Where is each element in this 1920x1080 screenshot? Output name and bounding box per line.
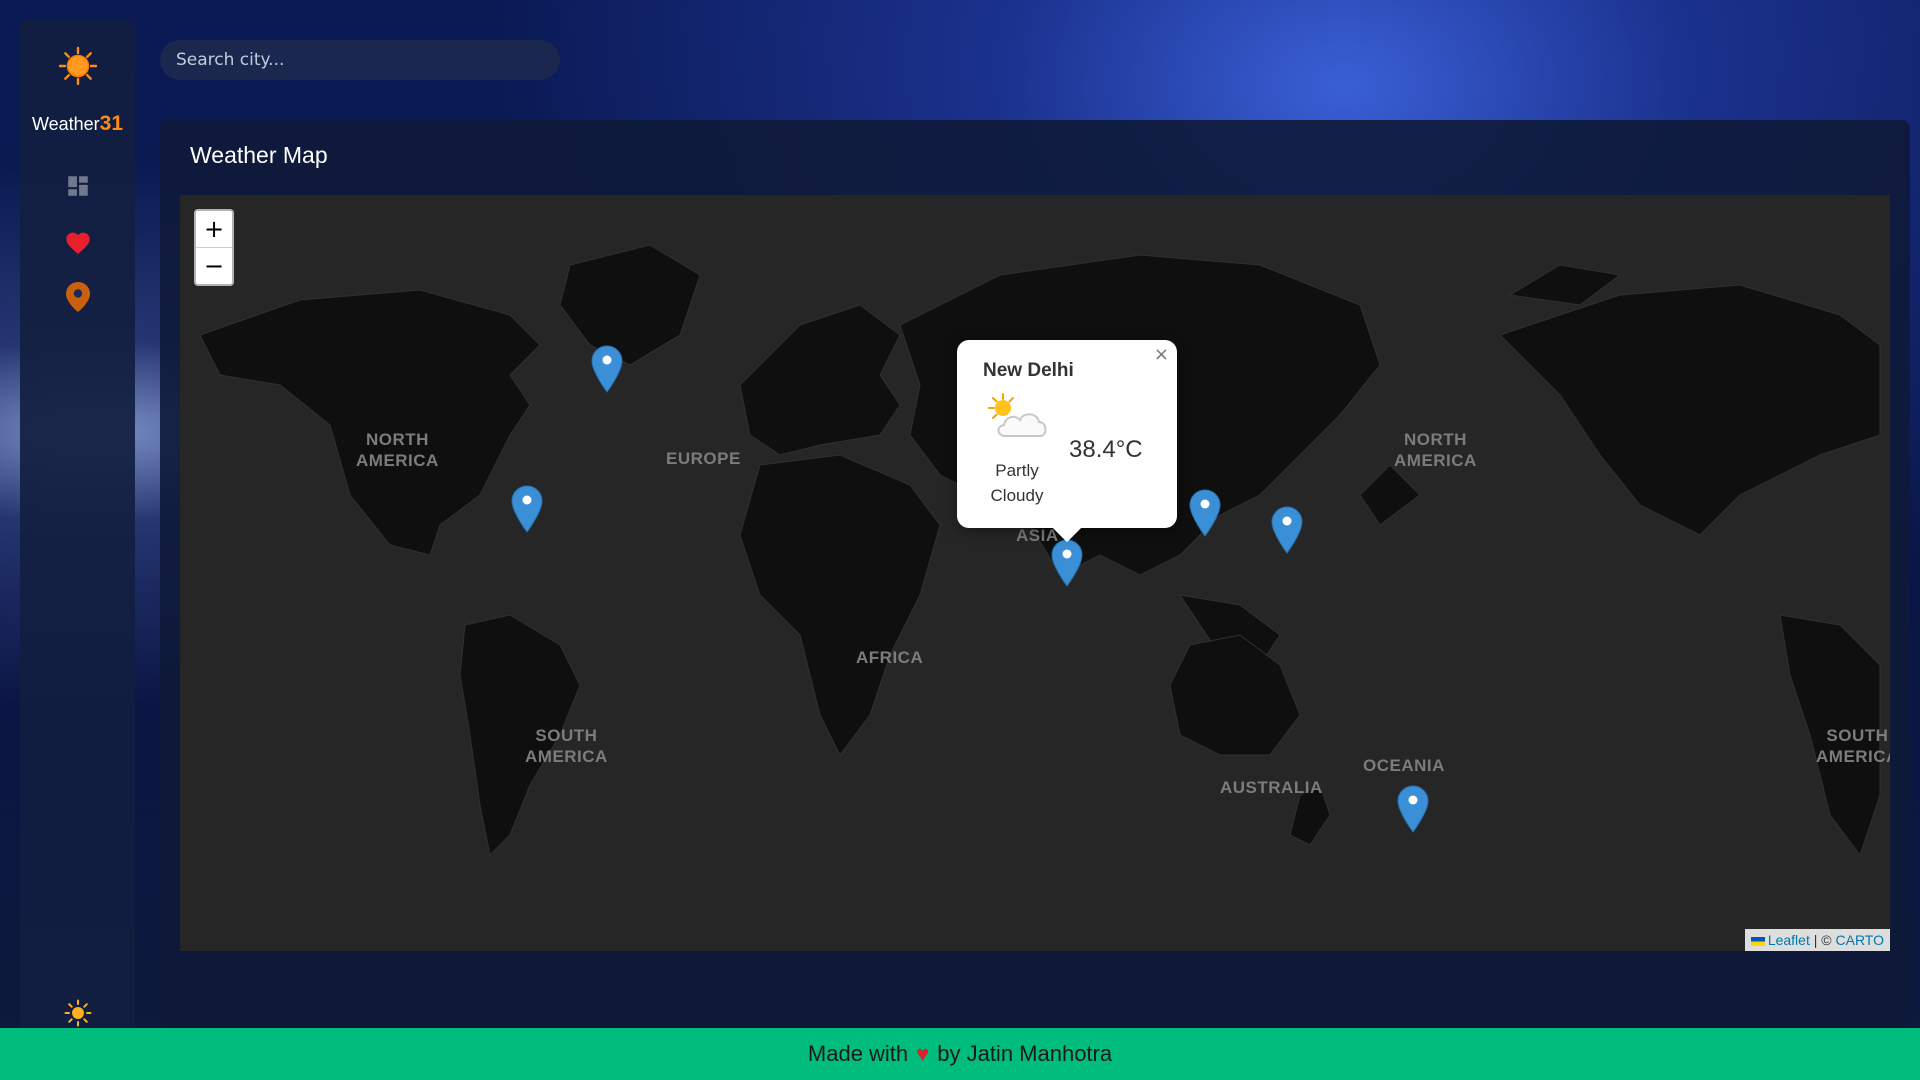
weather-map[interactable]: NORTH AMERICA NORTH AMERICA EUROPE ASIA AF… [180, 195, 1890, 951]
heart-icon: ♥ [916, 1041, 930, 1066]
partly-cloudy-icon [988, 393, 1047, 437]
popup-temperature: 38.4°C [1069, 436, 1143, 463]
theme-toggle-button[interactable] [20, 995, 135, 1031]
map-attribution: Leaflet | © CARTO [1744, 929, 1890, 951]
heart-icon [65, 232, 90, 255]
sun-icon [64, 999, 91, 1027]
search-input[interactable] [160, 40, 560, 80]
zoom-in-button[interactable]: + [196, 211, 232, 247]
leaflet-link[interactable]: Leaflet [1768, 932, 1810, 948]
attribution-separator: | [1813, 932, 1818, 948]
new-delhi-marker[interactable] [1051, 539, 1083, 587]
popup-city-name: New Delhi [983, 360, 1074, 381]
greenland-marker[interactable] [591, 345, 623, 393]
continent-label: NORTH AMERICA [356, 430, 439, 470]
nav-favorites[interactable] [20, 224, 135, 260]
map-pin-icon [65, 282, 90, 312]
sidebar: Weather31 [20, 20, 135, 1028]
continent-label: SOUTHAMERICA [1816, 726, 1890, 766]
tokyo-marker[interactable] [1271, 506, 1303, 554]
close-icon[interactable]: × [1154, 344, 1169, 365]
nav-dashboard[interactable] [20, 168, 135, 204]
continent-label: NORTH AMERICA [1394, 430, 1477, 470]
footer-prefix: Made with [807, 1041, 909, 1066]
zoom-out-button[interactable]: − [196, 247, 232, 284]
page-title: Weather Map [190, 142, 328, 168]
footer-author: by Jatin Manhotra [937, 1041, 1113, 1066]
continent-label: EUROPE [666, 449, 741, 468]
new-york-marker[interactable] [511, 485, 543, 533]
weather-popup: × New Delhi Partly Cloudy 38.4°C [957, 340, 1177, 543]
popup-condition: Partly Cloudy [990, 461, 1044, 505]
brand-name: Weather31 [31, 112, 124, 135]
continent-label: SOUTHAMERICA [525, 726, 608, 766]
continent-label: AFRICA [856, 648, 924, 667]
zoom-control: + − [194, 209, 234, 286]
nav-map[interactable] [20, 279, 135, 315]
sun-icon [58, 46, 98, 86]
beijing-marker[interactable] [1189, 489, 1221, 537]
world-basemap [199, 244, 1881, 857]
carto-link[interactable]: CARTO [1836, 932, 1885, 948]
ukraine-flag-icon [1750, 936, 1765, 946]
dashboard-icon [67, 176, 88, 196]
wellington-marker[interactable] [1397, 785, 1429, 833]
weather-map-panel: Weather Map NORTH AMERICA NORTH AMERICA EU… [160, 120, 1910, 1028]
copyright-symbol: © [1821, 932, 1832, 948]
continent-label: AUSTRALIA [1220, 778, 1323, 797]
continent-label: OCEANIA [1363, 756, 1445, 775]
footer: Made with ♥ by Jatin Manhotra [0, 1028, 1920, 1080]
